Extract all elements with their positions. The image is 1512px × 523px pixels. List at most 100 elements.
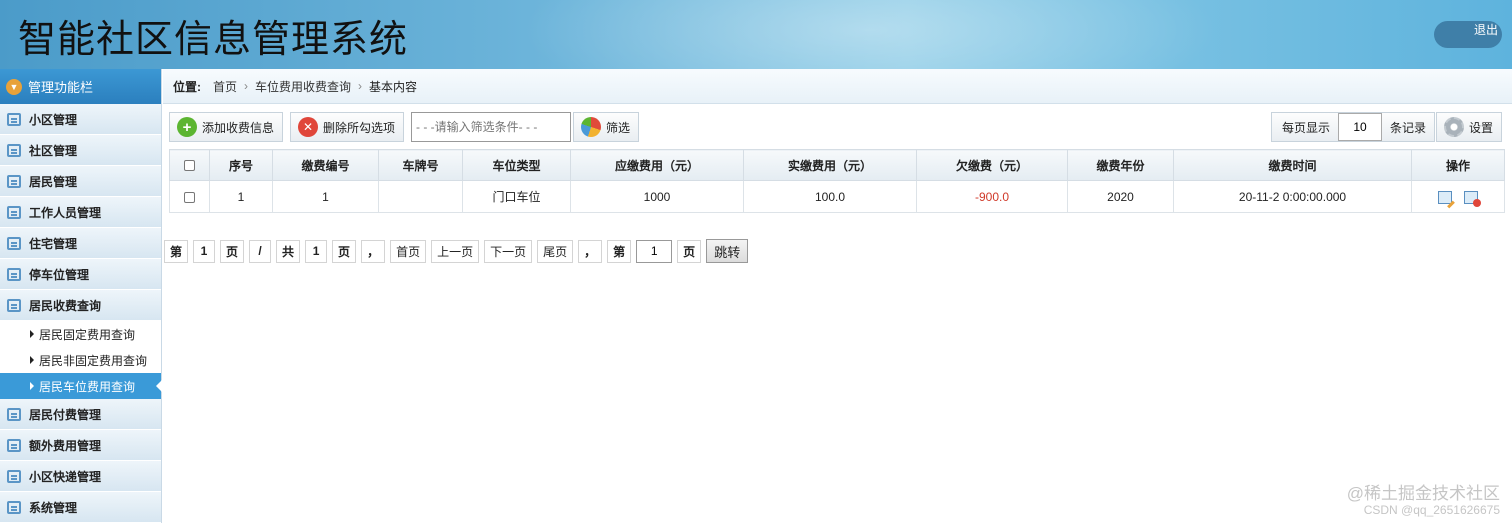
sidebar-item-label: 工作人员管理 bbox=[29, 205, 102, 220]
cell-year: 2020 bbox=[1067, 180, 1174, 213]
header-glow bbox=[520, 0, 1220, 69]
select-all-checkbox[interactable] bbox=[184, 160, 195, 172]
cell-owed: -900.0 bbox=[916, 180, 1068, 213]
settings-button[interactable]: 设置 bbox=[1436, 112, 1503, 142]
sidebar-heading[interactable]: ▼ 管理功能栏 bbox=[0, 69, 161, 104]
sidebar: ▼ 管理功能栏 小区管理 社区管理 居民管理 工作人员管理 住宅管理 停车位管理… bbox=[0, 69, 162, 523]
table-header-row: 序号 缴费编号 车牌号 车位类型 应缴费用（元） 实缴费用（元） 欠缴费（元） … bbox=[169, 149, 1505, 181]
sidebar-item-label: 系统管理 bbox=[29, 500, 78, 515]
logout-button[interactable]: 退出 bbox=[1434, 21, 1502, 48]
edit-icon bbox=[7, 174, 21, 188]
sidebar-item-parking[interactable]: 停车位管理 bbox=[0, 259, 161, 290]
calendar-icon bbox=[7, 205, 21, 219]
cell-plate bbox=[378, 180, 463, 213]
watermark-line2: CSDN @qq_2651626675 bbox=[1363, 503, 1500, 517]
sidebar-item-label: 居民付费管理 bbox=[29, 407, 102, 422]
row-select-cell bbox=[169, 180, 210, 213]
edit-icon[interactable] bbox=[1438, 190, 1452, 204]
breadcrumb: 位置: 首页 › 车位费用收费查询 › 基本内容 bbox=[163, 69, 1512, 104]
chevron-down-icon: ▼ bbox=[6, 78, 22, 95]
calendar-icon bbox=[7, 500, 21, 514]
sidebar-subitem-nonfixed-fee[interactable]: 居民非固定费用查询 bbox=[0, 347, 161, 373]
delete-selected-label: 删除所勾选项 bbox=[323, 120, 396, 135]
add-fee-button[interactable]: + 添加收费信息 bbox=[169, 112, 284, 142]
prev-page-button[interactable]: 上一页 bbox=[431, 239, 480, 263]
sidebar-item-system[interactable]: 系统管理 bbox=[0, 492, 161, 523]
filter-input[interactable] bbox=[411, 112, 571, 142]
chevron-right-icon: › bbox=[244, 79, 249, 93]
sidebar-item-label: 社区管理 bbox=[29, 143, 78, 158]
header-banner: 智能社区信息管理系统 退出 bbox=[0, 0, 1512, 69]
sidebar-subitem-label: 居民非固定费用查询 bbox=[39, 353, 148, 368]
pager-comma: ， bbox=[578, 239, 603, 263]
sidebar-item-residents[interactable]: 居民管理 bbox=[0, 166, 161, 197]
calendar-icon bbox=[7, 438, 21, 452]
cell-type: 门口车位 bbox=[462, 180, 571, 213]
goto-suffix: 页 bbox=[677, 239, 702, 263]
column-header: 缴费时间 bbox=[1173, 149, 1412, 181]
column-header: 欠缴费（元） bbox=[916, 149, 1068, 181]
gear-icon bbox=[1444, 117, 1464, 137]
next-page-button[interactable]: 下一页 bbox=[484, 239, 533, 263]
sidebar-item-payment[interactable]: 居民付费管理 bbox=[0, 399, 161, 430]
sidebar-subitem-fixed-fee[interactable]: 居民固定费用查询 bbox=[0, 321, 161, 347]
column-header: 车牌号 bbox=[378, 149, 463, 181]
column-header: 实缴费用（元） bbox=[743, 149, 917, 181]
settings-label: 设置 bbox=[1469, 120, 1494, 135]
sidebar-subitem-parking-fee[interactable]: 居民车位费用查询 bbox=[0, 373, 162, 399]
sidebar-heading-label: 管理功能栏 bbox=[28, 80, 94, 95]
sidebar-item-label: 居民收费查询 bbox=[29, 298, 102, 313]
cell-time: 20-11-2 0:00:00.000 bbox=[1173, 180, 1412, 213]
sidebar-item-label: 小区快递管理 bbox=[29, 469, 102, 484]
first-page-button[interactable]: 首页 bbox=[390, 239, 427, 263]
fee-table: 序号 缴费编号 车牌号 车位类型 应缴费用（元） 实缴费用（元） 欠缴费（元） … bbox=[169, 149, 1505, 213]
sidebar-item-extra-fee[interactable]: 额外费用管理 bbox=[0, 430, 161, 461]
row-checkbox[interactable] bbox=[184, 191, 195, 203]
chat-icon bbox=[7, 143, 21, 157]
delete-icon[interactable] bbox=[1464, 190, 1481, 207]
column-header: 操作 bbox=[1411, 149, 1505, 181]
sidebar-item-community[interactable]: 社区管理 bbox=[0, 135, 161, 166]
calendar-icon bbox=[7, 469, 21, 483]
total-pages: 1 bbox=[305, 239, 328, 263]
per-page-control: 每页显示 条记录 bbox=[1271, 112, 1436, 142]
filter-button[interactable]: 筛选 bbox=[573, 112, 640, 142]
breadcrumb-current: 基本内容 bbox=[369, 79, 418, 94]
per-page-input[interactable] bbox=[1338, 113, 1383, 141]
sidebar-item-fee-query[interactable]: 居民收费查询 bbox=[0, 290, 161, 321]
cell-paid: 100.0 bbox=[743, 180, 917, 213]
sidebar-item-district[interactable]: 小区管理 bbox=[0, 104, 161, 135]
sidebar-item-label: 停车位管理 bbox=[29, 267, 90, 282]
per-page-unit: 条记录 bbox=[1390, 120, 1427, 135]
select-all-cell bbox=[169, 149, 210, 181]
sidebar-item-staff[interactable]: 工作人员管理 bbox=[0, 197, 161, 228]
page-slash: / bbox=[249, 239, 272, 263]
caret-right-icon bbox=[30, 330, 34, 338]
calendar-icon bbox=[7, 298, 21, 312]
last-page-button[interactable]: 尾页 bbox=[537, 239, 574, 263]
sidebar-item-label: 小区管理 bbox=[29, 112, 78, 127]
sidebar-item-label: 居民管理 bbox=[29, 174, 78, 189]
breadcrumb-label: 位置: bbox=[173, 79, 201, 94]
pager-comma: ， bbox=[361, 239, 386, 263]
column-header: 缴费年份 bbox=[1067, 149, 1174, 181]
column-header: 车位类型 bbox=[462, 149, 571, 181]
list-icon bbox=[7, 112, 21, 126]
goto-button[interactable]: 跳转 bbox=[706, 239, 749, 263]
sidebar-item-label: 额外费用管理 bbox=[29, 438, 102, 453]
breadcrumb-section-link[interactable]: 车位费用收费查询 bbox=[255, 78, 351, 95]
goto-page-input[interactable] bbox=[636, 239, 673, 263]
cell-due: 1000 bbox=[570, 180, 744, 213]
sidebar-item-housing[interactable]: 住宅管理 bbox=[0, 228, 161, 259]
cell-actions bbox=[1411, 180, 1505, 213]
delete-selected-button[interactable]: ✕ 删除所勾选项 bbox=[290, 112, 405, 142]
page-prefix: 第 bbox=[164, 239, 189, 263]
cell-code: 1 bbox=[272, 180, 379, 213]
pie-chart-icon bbox=[581, 117, 601, 137]
current-page: 1 bbox=[193, 239, 216, 263]
breadcrumb-home-link[interactable]: 首页 bbox=[213, 78, 237, 95]
filter-label: 筛选 bbox=[606, 120, 631, 135]
calendar-icon bbox=[7, 267, 21, 281]
sidebar-item-express[interactable]: 小区快递管理 bbox=[0, 461, 161, 492]
column-header: 序号 bbox=[209, 149, 273, 181]
